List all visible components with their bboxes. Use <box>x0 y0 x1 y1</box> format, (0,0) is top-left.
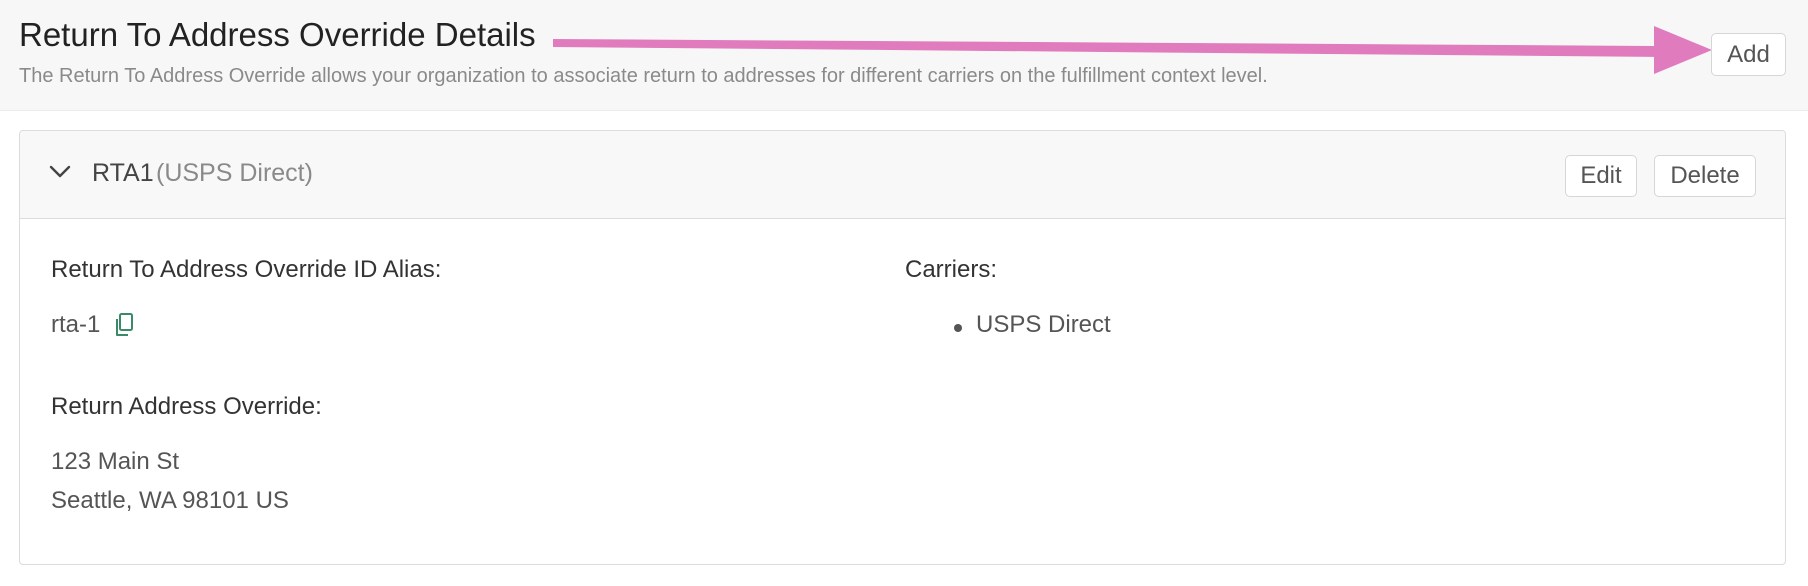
annotation-arrow-shaft <box>553 39 1660 57</box>
id-alias-label: Return To Address Override ID Alias: <box>51 256 442 283</box>
delete-button[interactable]: Delete <box>1654 155 1756 197</box>
override-card: RTA1 (USPS Direct) Edit Delete Return To… <box>19 130 1786 565</box>
annotation-arrow <box>553 26 1712 74</box>
override-name: RTA1 <box>92 159 154 187</box>
carriers-label: Carriers: <box>905 256 998 283</box>
add-button[interactable]: Add <box>1711 33 1786 76</box>
return-address-override-page: Return To Address Override Details The R… <box>0 0 1808 586</box>
carrier-list-item: USPS Direct <box>976 311 1111 338</box>
override-card-header[interactable]: RTA1 (USPS Direct) Edit Delete <box>20 131 1785 219</box>
edit-button[interactable]: Edit <box>1565 155 1637 197</box>
list-bullet <box>954 324 962 332</box>
copy-icon[interactable] <box>113 312 135 338</box>
address-line-1: 123 Main St <box>51 448 180 475</box>
id-alias-value: rta-1 <box>51 311 101 338</box>
override-carrier-summary: (USPS Direct) <box>156 159 313 187</box>
chevron-down-icon[interactable] <box>48 159 72 183</box>
return-address-label: Return Address Override: <box>51 393 322 420</box>
page-title: Return To Address Override Details <box>19 16 536 53</box>
address-line-2: Seattle, WA 98101 US <box>51 487 289 514</box>
annotation-arrow-head <box>1654 26 1712 74</box>
page-header: Return To Address Override Details The R… <box>0 0 1808 111</box>
